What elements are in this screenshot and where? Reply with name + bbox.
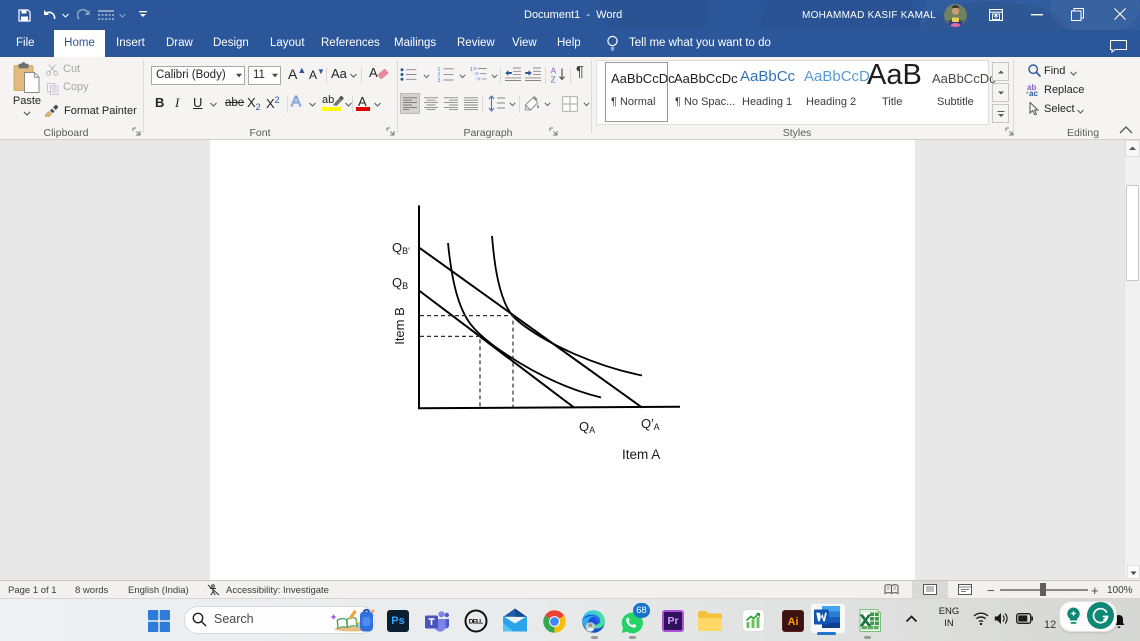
svg-text:QB′: QB′	[392, 240, 410, 256]
svg-text:Z: Z	[551, 75, 556, 84]
svg-text:QA: QA	[579, 419, 595, 435]
svg-text:1: 1	[470, 67, 473, 73]
svg-text:QB: QB	[392, 275, 408, 291]
svg-text:Q′A: Q′A	[641, 416, 660, 432]
svg-text:ac: ac	[1029, 89, 1038, 96]
svg-text:Item B: Item B	[392, 307, 407, 345]
svg-text:3: 3	[438, 78, 441, 82]
svg-text:Item A: Item A	[622, 447, 660, 462]
svg-text:DELL: DELL	[469, 619, 484, 626]
